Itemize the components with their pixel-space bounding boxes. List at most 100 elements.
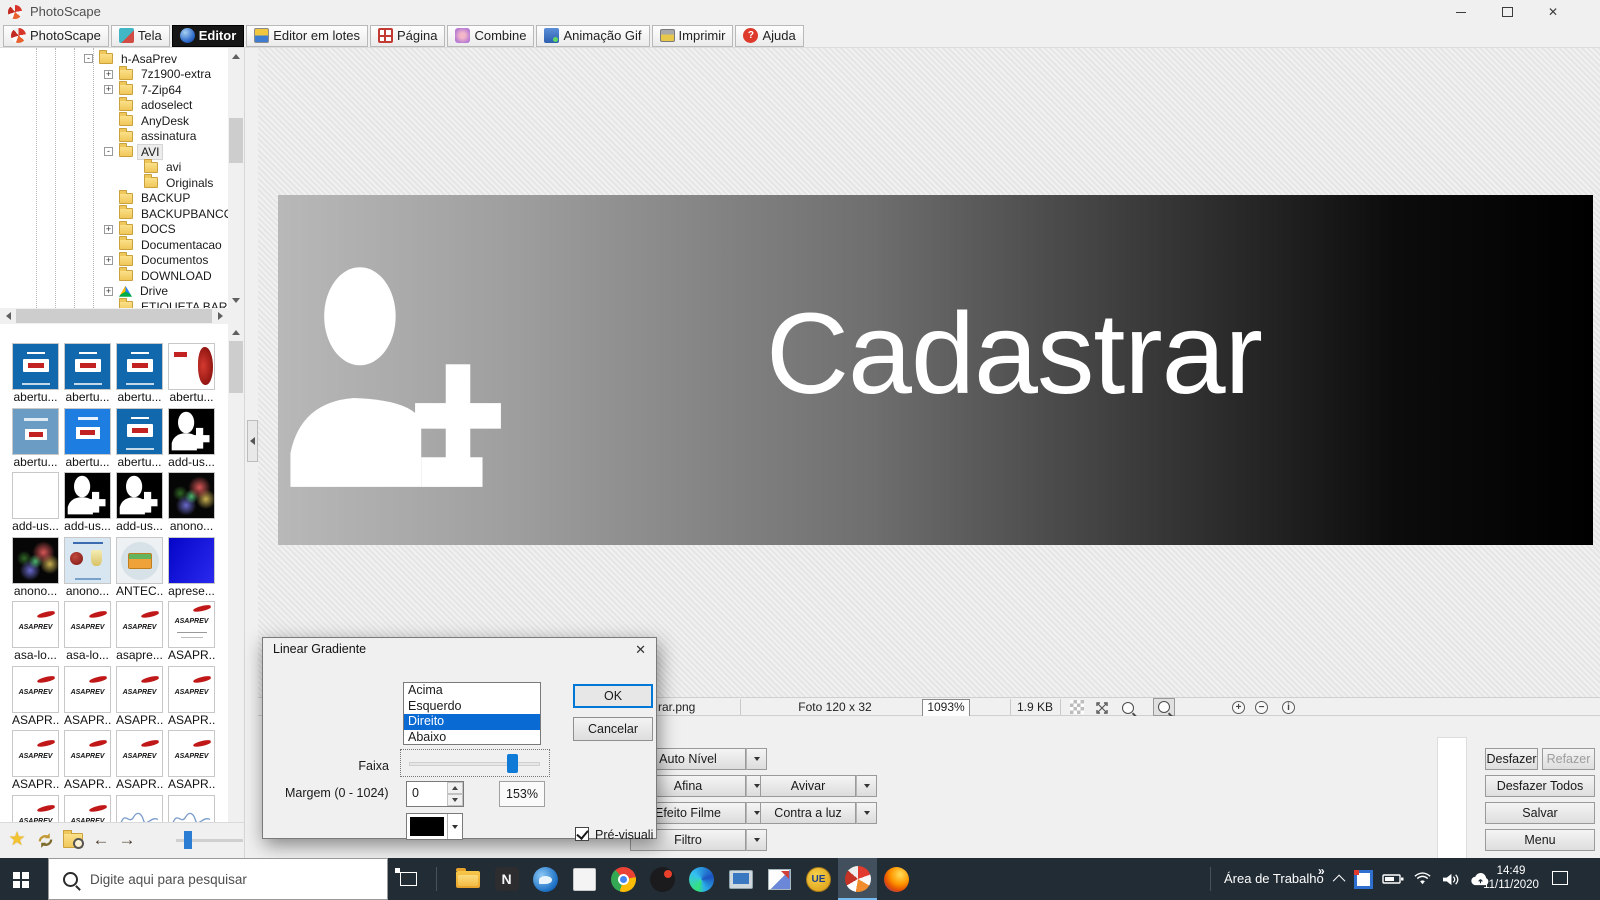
tab-anima-o-gif[interactable]: Animação Gif [536,25,649,47]
thumbnail-item[interactable]: add-us... [12,472,59,537]
zoom-in-button[interactable]: + [1231,700,1246,715]
thumbnail-item[interactable]: ASAPREV [12,795,59,823]
thumbnail-item[interactable]: ASAPREVasapre... [116,601,163,666]
thumbnail-item[interactable]: ASAPREVASAPR... [116,730,163,795]
tab-imprimir[interactable]: Imprimir [652,25,734,47]
collapse-icon[interactable]: - [84,54,93,63]
tree-item-7-zip64[interactable]: +7-Zip64 [0,82,244,98]
thumbnail-item[interactable]: abertu... [64,408,111,473]
thumbnail-slideblue-image[interactable] [116,343,163,390]
tree-item-originals[interactable]: +Originals [0,175,244,191]
thumbnail-item[interactable]: aprese... [168,537,215,602]
tab-ajuda[interactable]: ?Ajuda [735,25,803,47]
vivid-dropdown[interactable]: Avivar [760,775,877,797]
thumbnail-asaprev-image[interactable]: ASAPREV [64,666,111,713]
thumbnail-asaprev-image[interactable]: ASAPREV [64,795,111,823]
volume-icon[interactable] [1441,872,1460,887]
tree-item-7z1900-extra[interactable]: +7z1900-extra [0,67,244,83]
edited-image[interactable]: Cadastrar [278,195,1593,545]
thumbnail-fireworks-image[interactable] [168,472,215,519]
thumbnail-size-slider-thumb[interactable] [184,831,192,849]
thumbnail-item[interactable] [116,795,163,823]
wifi-icon[interactable] [1413,872,1432,886]
thumbnail-asaprev-image[interactable]: ASAPREV [12,730,59,777]
taskbar-app-firefox[interactable] [877,858,916,900]
refresh-button[interactable] [34,829,56,851]
expand-icon[interactable]: + [104,287,113,296]
fit-screen-button[interactable] [1094,700,1109,715]
thumbnail-item[interactable]: ASAPREVasa-lo... [12,601,59,666]
tree-vertical-scrollbar[interactable] [228,48,244,308]
thumbnail-asaprev-image[interactable]: ASAPREV [12,666,59,713]
tree-item-anydesk[interactable]: +AnyDesk [0,113,244,129]
action-center-icon[interactable] [1552,871,1568,885]
listbox-option-esquerdo[interactable]: Esquerdo [404,699,540,715]
thumbnail-wallet-image[interactable] [116,537,163,584]
tree-item-backupbanco[interactable]: +BACKUPBANCO [0,206,244,222]
thumbnail-asaprevdoc-image[interactable]: ASAPREV [168,601,215,648]
margin-spinner[interactable]: 0 [406,781,464,807]
taskbar-app-folder[interactable] [448,858,487,900]
thumbnail-asaprev-image[interactable]: ASAPREV [116,666,163,713]
tree-item-documentacao[interactable]: +Documentacao [0,237,244,253]
thumbnail-item[interactable]: abertu... [116,408,163,473]
spinner-down-button[interactable] [447,794,463,806]
slider-track[interactable] [409,762,540,766]
thumbnail-slideblue2-image[interactable] [12,408,59,455]
battery-icon[interactable] [1382,873,1404,885]
collapse-panel-button[interactable] [247,420,258,462]
thumbnail-item[interactable] [168,795,215,823]
tab-tela[interactable]: Tela [111,25,170,47]
redo-button[interactable]: Refazer [1542,748,1595,770]
thumbnail-item[interactable]: anono... [12,537,59,602]
thumbnail-adduser-image[interactable] [64,472,111,519]
thumbnail-item[interactable]: add-us... [64,472,111,537]
scrollbar-thumb[interactable] [229,118,243,163]
tree-item-docs[interactable]: +DOCS [0,222,244,238]
preview-checkbox[interactable] [575,827,589,841]
thumbnail-slideblue-image[interactable] [116,408,163,455]
expand-icon[interactable]: + [104,85,113,94]
thumbnail-item[interactable]: abertu... [168,343,215,408]
taskbar-app-bird[interactable] [526,858,565,900]
tab-photoscape[interactable]: PhotoScape [3,25,109,47]
taskbar-app-dark[interactable] [643,858,682,900]
minimize-button[interactable] [1438,0,1484,24]
menu-button[interactable]: Menu [1485,829,1595,851]
thumbnail-item[interactable]: anono... [168,472,215,537]
undo-button[interactable]: Desfazer [1485,748,1538,770]
taskbar-app-edge[interactable] [682,858,721,900]
dropdown-arrow-button[interactable] [856,802,877,824]
thumbnail-item[interactable]: ASAPREVASAPR... [64,730,111,795]
zoom-out-button[interactable]: − [1254,700,1269,715]
close-button[interactable]: ✕ [1530,0,1576,24]
transparency-grid-icon[interactable] [1070,700,1084,714]
thumbnail-asaprev-image[interactable]: ASAPREV [12,795,59,823]
undo-all-button[interactable]: Desfazer Todos [1485,775,1595,797]
thumbnail-blank-image[interactable] [12,472,59,519]
thumbnail-adduser-image[interactable] [168,408,215,455]
tree-item-avi[interactable]: -AVI [0,144,244,160]
start-button[interactable] [0,858,48,900]
thumbnail-newyear-image[interactable] [64,537,111,584]
taskbar-app-ue[interactable]: UE [799,858,838,900]
thumbnail-asaprev-image[interactable]: ASAPREV [168,730,215,777]
thumbnail-asaprev-image[interactable]: ASAPREV [64,601,111,648]
thumbnail-asaprev-image[interactable]: ASAPREV [64,730,111,777]
tree-item-h-asaprev[interactable]: -h-AsaPrev [0,51,244,67]
scrollbar-thumb[interactable] [16,309,212,323]
tree-item-etiqueta-bar[interactable]: +ETIQUETA BAR [0,299,244,308]
gradient-color-picker[interactable] [406,813,463,840]
taskbar-clock[interactable]: 14:49 11/11/2020 [1478,864,1544,892]
thumbnail-item[interactable]: abertu... [116,343,163,408]
tab-editor-em-lotes[interactable]: Editor em lotes [246,25,368,47]
ok-button[interactable]: OK [573,684,653,708]
margin-value[interactable]: 0 [407,782,447,806]
taskbar-app-photoscape[interactable] [838,858,877,900]
tree-horizontal-scrollbar[interactable] [0,308,228,324]
maximize-button[interactable] [1484,0,1530,24]
zoom-fit-button[interactable] [1153,698,1175,716]
tree-item-avi[interactable]: +avi [0,160,244,176]
taskbar-app-graph[interactable] [565,858,604,900]
tab-editor[interactable]: Editor [172,25,245,47]
